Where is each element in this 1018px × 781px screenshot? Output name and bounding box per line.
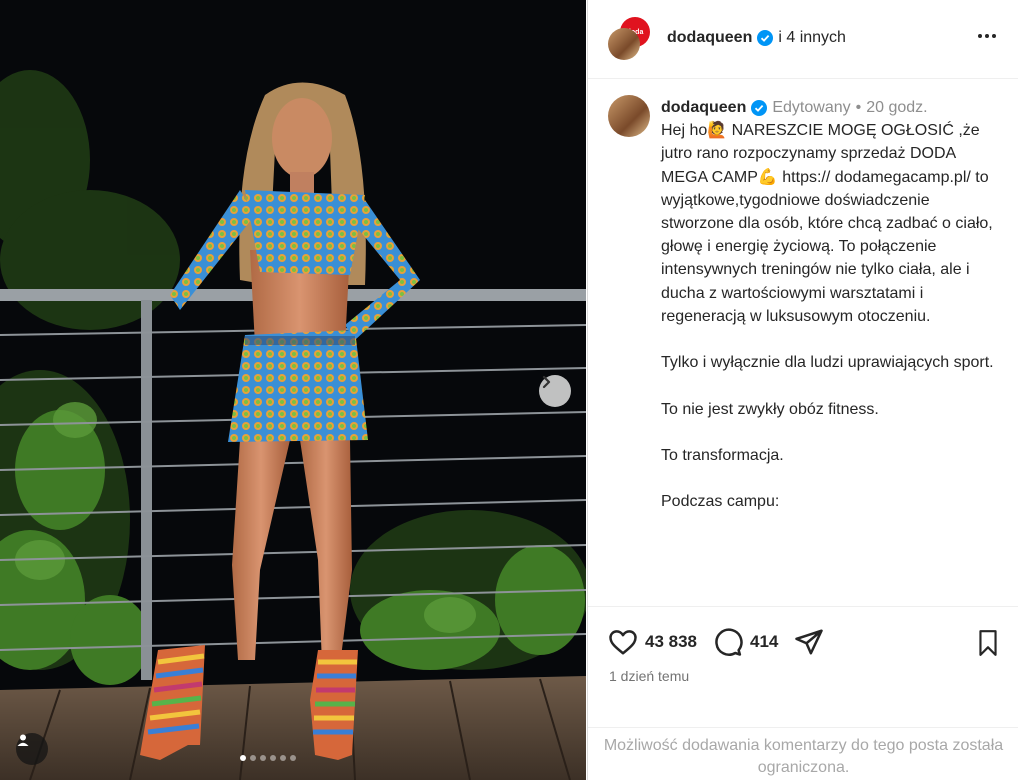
- meta-separator: •: [855, 99, 862, 116]
- bookmark-save-icon[interactable]: [975, 629, 1001, 657]
- likes-count[interactable]: 43 838: [645, 632, 697, 652]
- post-date[interactable]: 1 dzień temu: [609, 668, 689, 684]
- more-horizontal-icon: [978, 34, 996, 38]
- caption-text: Hej ho🙋 NARESZCIE MOGĘ OGŁOSIĆ ,że jutro…: [661, 122, 994, 511]
- carousel-dot: [270, 755, 276, 761]
- post-header: doda dodaqueen i 4 innych: [588, 0, 1018, 79]
- carousel-next-button[interactable]: [539, 375, 571, 407]
- author-avatar[interactable]: [608, 28, 640, 60]
- more-options-button[interactable]: [975, 24, 999, 54]
- carousel-dot: [290, 755, 296, 761]
- carousel-dot: [240, 755, 246, 761]
- coauthors-link[interactable]: i 4 innych: [778, 29, 846, 47]
- verified-badge-icon: [751, 99, 768, 116]
- post-actions: 43 838 414 1 dzień temu Możliwość dodawa…: [588, 606, 1018, 781]
- verified-badge-icon: [757, 30, 774, 46]
- carousel-dot: [250, 755, 256, 761]
- user-tag-icon: [17, 734, 29, 746]
- caption-time: 20 godz.: [866, 99, 928, 116]
- author-username[interactable]: dodaqueen: [667, 29, 752, 47]
- carousel-dot: [280, 755, 286, 761]
- comments-count[interactable]: 414: [750, 632, 778, 652]
- carousel-dot: [260, 755, 266, 761]
- comment-bubble-icon[interactable]: [713, 627, 743, 657]
- post-authors: dodaqueen i 4 innych: [667, 29, 846, 47]
- caption-avatar[interactable]: [608, 95, 650, 137]
- comments-limited-notice: Możliwość dodawania komentarzy do tego p…: [588, 727, 1018, 779]
- carousel-indicators: [240, 755, 296, 761]
- share-send-icon[interactable]: [794, 627, 824, 657]
- caption-section: dodaqueen Edytowany • 20 godz. Hej ho🙋 N…: [588, 78, 1018, 606]
- post-side-panel: doda dodaqueen i 4 innych dodaqueen Edyt…: [587, 0, 1018, 780]
- edited-label: Edytowany: [772, 99, 851, 116]
- user-tag-button[interactable]: [16, 733, 48, 765]
- post-photo[interactable]: [0, 0, 586, 780]
- chevron-right-icon: [542, 375, 551, 389]
- caption-username[interactable]: dodaqueen: [661, 96, 746, 119]
- like-heart-icon[interactable]: [608, 627, 638, 657]
- photo-illustration: [0, 0, 586, 780]
